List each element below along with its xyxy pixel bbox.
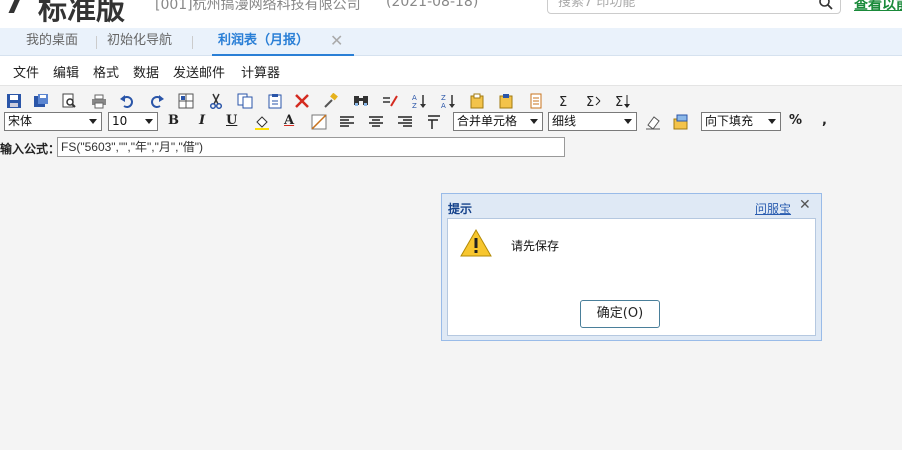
tab-desktop[interactable]: 我的桌面 (26, 28, 78, 56)
font-select[interactable]: 宋体 (4, 112, 102, 131)
page-setup-icon[interactable] (528, 93, 544, 109)
border-style-select[interactable]: 细线 (548, 112, 637, 131)
warning-icon (460, 229, 492, 257)
cell-style-icon[interactable] (673, 114, 689, 130)
login-date: (2021-08-18) (386, 0, 479, 10)
help-link[interactable]: 查看以前 (854, 0, 902, 14)
delete-icon[interactable] (294, 93, 310, 109)
chevron-down-icon (89, 119, 97, 124)
col-sum-icon[interactable]: Σ (614, 93, 630, 109)
redo-icon[interactable] (149, 93, 165, 109)
align-right-icon[interactable] (397, 114, 413, 130)
svg-text:Z: Z (441, 94, 446, 102)
alert-dialog: 提示 问服宝 ✕ 请先保存 确定(O) (441, 193, 822, 341)
close-icon[interactable]: ✕ (330, 31, 343, 50)
eraser-icon[interactable] (645, 114, 661, 130)
search-placeholder: 搜索7 印功能 (558, 0, 636, 10)
fill-down-value: 向下填充 (705, 114, 754, 128)
ok-button[interactable]: 确定(O) (580, 300, 660, 328)
find-icon[interactable] (353, 93, 369, 109)
menu-calculator[interactable]: 计算器 (241, 62, 280, 81)
menu-send-mail[interactable]: 发送邮件 (173, 62, 225, 81)
tab-divider (192, 36, 193, 49)
dialog-title: 提示 (448, 202, 473, 216)
font-color-button[interactable]: A (284, 113, 294, 128)
copy-icon[interactable] (237, 93, 253, 109)
edition-title: 标准版 (38, 0, 126, 26)
cut-icon[interactable] (208, 93, 224, 109)
undo-icon[interactable] (119, 93, 135, 109)
menu-bar: 文件 编辑 格式 数据 发送邮件 计算器 (0, 56, 902, 86)
dialog-body: 请先保存 确定(O) (447, 218, 816, 336)
wrap-text-icon[interactable] (426, 114, 442, 130)
paste-icon[interactable] (267, 93, 283, 109)
save-as-icon[interactable] (33, 93, 49, 109)
logo-icon: 7 (4, 0, 25, 21)
fill-color-icon[interactable] (254, 114, 270, 130)
format-painter-icon[interactable] (323, 93, 339, 109)
svg-text:Z: Z (412, 102, 417, 109)
chevron-down-icon (145, 119, 153, 124)
font-select-value: 宋体 (8, 114, 33, 128)
print-icon[interactable] (91, 93, 107, 109)
print-preview-icon[interactable] (61, 93, 77, 109)
menu-edit[interactable]: 编辑 (53, 62, 79, 81)
app-header: 7 标准版 [001]杭州搞漫网络科技有限公司 (2021-08-18) 搜索7… (0, 0, 902, 28)
dialog-help-link[interactable]: 问服宝 (755, 200, 791, 217)
formula-bar: 输入公式： FS("5603","","年","月","借") (0, 136, 902, 158)
sum-icon[interactable]: Σ (556, 93, 572, 109)
svg-text:Σ: Σ (559, 95, 567, 109)
search-icon[interactable] (818, 0, 834, 11)
chevron-down-icon (768, 119, 776, 124)
row-sum-icon[interactable]: Σ (585, 93, 601, 109)
thousands-separator-button[interactable]: , (822, 113, 827, 128)
svg-text:Σ: Σ (586, 95, 594, 109)
menu-format[interactable]: 格式 (93, 62, 119, 81)
percent-button[interactable]: % (789, 113, 802, 128)
tab-profit-statement-label: 利润表（月报） (218, 33, 310, 48)
formula-label: 输入公式： (0, 142, 61, 156)
tab-init-nav[interactable]: 初始化导航 (107, 28, 172, 56)
toolbar: AZ ZA Σ Σ Σ (0, 90, 902, 112)
border-style-value: 细线 (552, 114, 577, 128)
border-icon[interactable] (311, 114, 327, 130)
replace-icon[interactable] (382, 93, 398, 109)
tab-divider (96, 36, 97, 49)
merge-cells-value: 合并单元格 (457, 114, 518, 128)
align-left-icon[interactable] (339, 114, 355, 130)
insert-col-icon[interactable] (498, 93, 514, 109)
format-bar: 宋体 10 B I U A 合并单元格 细线 向下填充 % , (0, 111, 902, 133)
tab-bar: 我的桌面 初始化导航 利润表（月报） ✕ (0, 28, 902, 56)
select-all-icon[interactable] (178, 93, 194, 109)
font-size-value: 10 (112, 114, 128, 128)
save-icon[interactable] (6, 93, 22, 109)
svg-text:A: A (412, 94, 417, 102)
italic-button[interactable]: I (199, 113, 205, 128)
svg-text:A: A (441, 102, 446, 109)
underline-button[interactable]: U (226, 113, 237, 128)
dialog-message: 请先保存 (511, 239, 560, 253)
merge-cells-select[interactable]: 合并单元格 (453, 112, 543, 131)
chevron-down-icon (624, 119, 632, 124)
sort-ascending-icon[interactable]: AZ (411, 93, 427, 109)
close-icon[interactable]: ✕ (799, 197, 811, 213)
company-name: [001]杭州搞漫网络科技有限公司 (155, 0, 361, 13)
sort-descending-icon[interactable]: ZA (440, 93, 456, 109)
fill-down-select[interactable]: 向下填充 (701, 112, 781, 131)
search-input[interactable]: 搜索7 印功能 (547, 0, 841, 14)
bold-button[interactable]: B (168, 113, 179, 128)
align-center-icon[interactable] (368, 114, 384, 130)
formula-input[interactable]: FS("5603","","年","月","借") (57, 137, 565, 157)
insert-row-icon[interactable] (469, 93, 485, 109)
menu-data[interactable]: 数据 (133, 62, 159, 81)
svg-text:Σ: Σ (615, 95, 623, 109)
font-size-select[interactable]: 10 (108, 112, 158, 131)
menu-file[interactable]: 文件 (13, 62, 39, 81)
chevron-down-icon (530, 119, 538, 124)
